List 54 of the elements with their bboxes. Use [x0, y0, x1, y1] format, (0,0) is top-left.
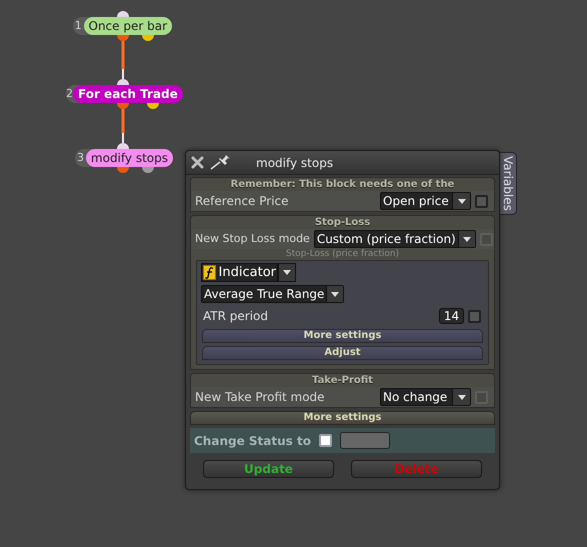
field-label: New Stop Loss mode [195, 230, 310, 247]
source-dropdown[interactable]: Indicator [201, 263, 278, 282]
pin-icon[interactable] [210, 155, 232, 170]
output-port[interactable] [117, 103, 129, 109]
connector-line [122, 109, 124, 143]
flow-node[interactable]: 1 Once per bar [73, 17, 172, 35]
dropdown[interactable]: Open price [380, 192, 471, 210]
section-header: Take-Profit [311, 374, 374, 387]
dropdown[interactable]: Average True Range [201, 285, 344, 303]
output-port[interactable] [142, 35, 154, 41]
node-number: 1 [74, 18, 83, 34]
checkbox[interactable] [468, 310, 481, 322]
input-port[interactable] [117, 11, 129, 17]
input-port[interactable] [117, 143, 129, 149]
caret-icon [462, 236, 471, 242]
caret-icon [283, 270, 291, 275]
caret-icon [331, 292, 340, 296]
dropdown[interactable]: Custom (price fraction) [314, 230, 476, 248]
output-port[interactable] [117, 35, 129, 41]
settings-button[interactable]: More settings [202, 329, 483, 343]
dropdown-arrow-button[interactable] [278, 263, 296, 282]
field-label: Change Status to [194, 432, 311, 450]
field-label: New Take Profit mode [195, 389, 326, 406]
node-number: 3 [76, 150, 85, 166]
more-settings-button[interactable]: More settings [190, 411, 495, 425]
flow-node[interactable]: 3 modify stops [75, 149, 173, 167]
section-header: Stop-Loss [314, 216, 372, 229]
color-field[interactable] [340, 432, 390, 449]
caret-icon [458, 394, 466, 400]
connector-line [122, 41, 124, 79]
update-button[interactable]: Update [203, 460, 334, 478]
side-tab[interactable]: Variables [498, 152, 517, 215]
field-label: ATR period [203, 308, 269, 325]
section-header: Remember: This block needs one of the [230, 178, 456, 191]
field-label: Reference Price [195, 193, 290, 210]
flow-node[interactable]: 2 For each Trade [66, 85, 182, 103]
input-port[interactable] [117, 79, 129, 85]
node-label: Once per bar [84, 17, 172, 35]
function-icon [203, 265, 216, 280]
node-number: 2 [66, 86, 73, 102]
caption: Stop-Loss (price fraction) [284, 249, 400, 260]
output-port[interactable] [117, 167, 129, 173]
settings-button[interactable]: Adjust [202, 346, 483, 360]
window-title: modify stops [256, 154, 334, 172]
checkbox[interactable] [475, 194, 488, 208]
caret-icon [458, 198, 466, 204]
output-port[interactable] [147, 103, 159, 109]
node-label: modify stops [86, 149, 173, 167]
output-port[interactable] [142, 167, 154, 173]
number-field[interactable]: 14 [439, 308, 464, 324]
node-label: For each Trade [73, 85, 183, 103]
dropdown[interactable]: No change [380, 388, 471, 406]
checkbox[interactable] [318, 434, 332, 447]
close-icon[interactable] [191, 156, 204, 169]
